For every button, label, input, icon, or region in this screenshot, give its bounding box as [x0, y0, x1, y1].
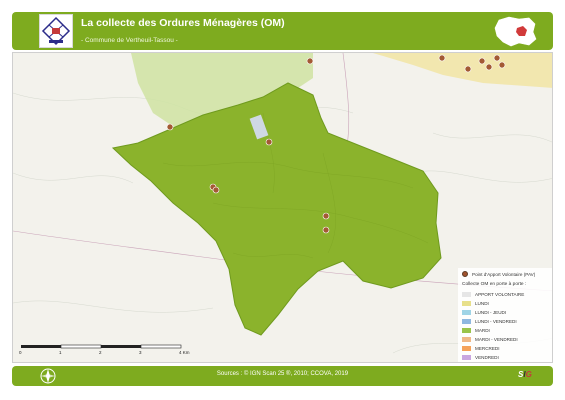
legend-swatch — [462, 336, 471, 342]
pav-marker[interactable] — [478, 57, 486, 65]
legend-item: VENDREDI — [462, 353, 552, 361]
legend-item: LUNDI — [462, 299, 552, 307]
scale-tick-label: 4 Km — [179, 350, 190, 355]
scale-tick-label: 2 — [99, 350, 102, 355]
pav-marker[interactable] — [322, 226, 330, 234]
map-sources: Sources : © IGN Scan 25 ®, 2010; CCOVA, … — [216, 371, 349, 377]
legend-swatch — [462, 345, 471, 351]
legend-item-label: MARDI - VENDREDI — [475, 336, 518, 342]
pav-marker[interactable] — [485, 63, 493, 71]
pav-marker[interactable] — [212, 186, 220, 194]
legend-item-label: LUNDI — [475, 300, 489, 306]
legend-swatch — [462, 354, 471, 360]
legend-item-label: MERCREDI — [475, 345, 500, 351]
legend-swatch — [462, 309, 471, 315]
pav-marker[interactable] — [438, 54, 446, 62]
legend-item: MARDI — [462, 326, 552, 334]
map-footer: Sources : © IGN Scan 25 ®, 2010; CCOVA, … — [12, 366, 553, 386]
pav-marker[interactable] — [493, 54, 501, 62]
locator-minimap — [489, 14, 541, 48]
legend-pav-label: Point d'Apport Volontaire (PAV) — [472, 271, 536, 277]
legend-item-label: MARDI — [475, 327, 490, 333]
legend-swatch — [462, 318, 471, 324]
legend-item: LUNDI - JEUDI — [462, 308, 552, 316]
legend-swatch — [462, 327, 471, 333]
legend-pav: Point d'Apport Volontaire (PAV) — [462, 270, 552, 278]
pav-marker[interactable] — [306, 57, 314, 65]
legend-swatch — [462, 291, 471, 297]
pav-point-icon — [462, 271, 468, 277]
brand-logo: SIG — [518, 370, 532, 379]
scale-tick-label: 0 — [19, 350, 22, 355]
pav-marker[interactable] — [166, 123, 174, 131]
legend-item-label: APPORT VOLONTAIRE — [475, 291, 525, 297]
map-header: La collecte des Ordures Ménagères (OM) -… — [12, 12, 553, 50]
scale-tick-label: 3 — [139, 350, 142, 355]
legend-swatch — [462, 300, 471, 306]
legend-item: MARDI - VENDREDI — [462, 335, 552, 343]
map-area[interactable]: Point d'Apport Volontaire (PAV) Collecte… — [12, 52, 553, 363]
legend-collection-title: Collecte OM en porte à porte : — [462, 282, 527, 287]
legend-item: LUNDI - VENDREDI — [462, 317, 552, 325]
scale-bar: 0 1 2 3 4 Km — [19, 344, 199, 360]
map-legend: Point d'Apport Volontaire (PAV) Collecte… — [458, 268, 552, 362]
logo-emblem-icon — [41, 16, 71, 46]
pav-marker[interactable] — [498, 61, 506, 69]
map-title: La collecte des Ordures Ménagères (OM) — [81, 17, 285, 29]
legend-item-label: LUNDI - JEUDI — [475, 309, 507, 315]
legend-item-label: VENDREDI — [475, 354, 499, 360]
pav-marker[interactable] — [265, 138, 273, 146]
scale-tick-label: 1 — [59, 350, 62, 355]
org-logo — [39, 14, 73, 48]
legend-item-label: LUNDI - VENDREDI — [475, 318, 517, 324]
legend-item: MERCREDI — [462, 344, 552, 352]
pav-marker[interactable] — [464, 65, 472, 73]
pav-marker[interactable] — [322, 212, 330, 220]
legend-item: APPORT VOLONTAIRE — [462, 290, 552, 298]
map-subtitle: - Commune de Vertheuil-Tassou - — [81, 37, 178, 44]
